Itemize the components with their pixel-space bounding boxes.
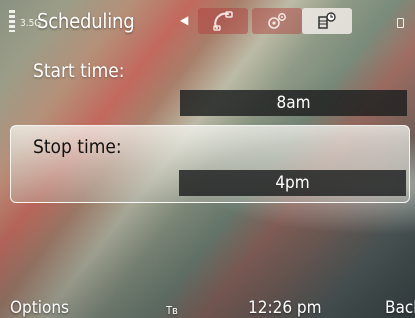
tab-phone[interactable]	[198, 8, 248, 34]
input-mode-indicator: Tв	[166, 304, 178, 317]
battery-icon	[397, 18, 404, 28]
tab-connectivity[interactable]	[252, 8, 302, 34]
schedule-icon	[318, 12, 336, 29]
stop-time-row[interactable]: Stop time: 4pm	[10, 125, 410, 203]
signal-strength-icon	[9, 10, 15, 32]
stop-time-field[interactable]: 4pm	[179, 170, 406, 196]
stop-time-label: Stop time:	[33, 136, 122, 158]
options-softkey[interactable]: Options	[10, 298, 69, 318]
clock: 12:26 pm	[248, 298, 322, 318]
back-softkey[interactable]: Back	[385, 298, 415, 318]
connection-icon	[268, 13, 286, 29]
tab-scheduling[interactable]	[302, 8, 352, 34]
start-time-label: Start time:	[33, 60, 125, 82]
softkey-bar: Options Tв 12:26 pm Back	[0, 290, 415, 318]
tab-left-arrow-icon[interactable]: ◀	[180, 13, 188, 27]
page-title: Scheduling	[37, 9, 135, 33]
status-bar: 3.5G Scheduling ◀	[0, 0, 415, 44]
phone-icon	[213, 11, 233, 31]
start-time-field[interactable]: 8am	[180, 90, 407, 116]
